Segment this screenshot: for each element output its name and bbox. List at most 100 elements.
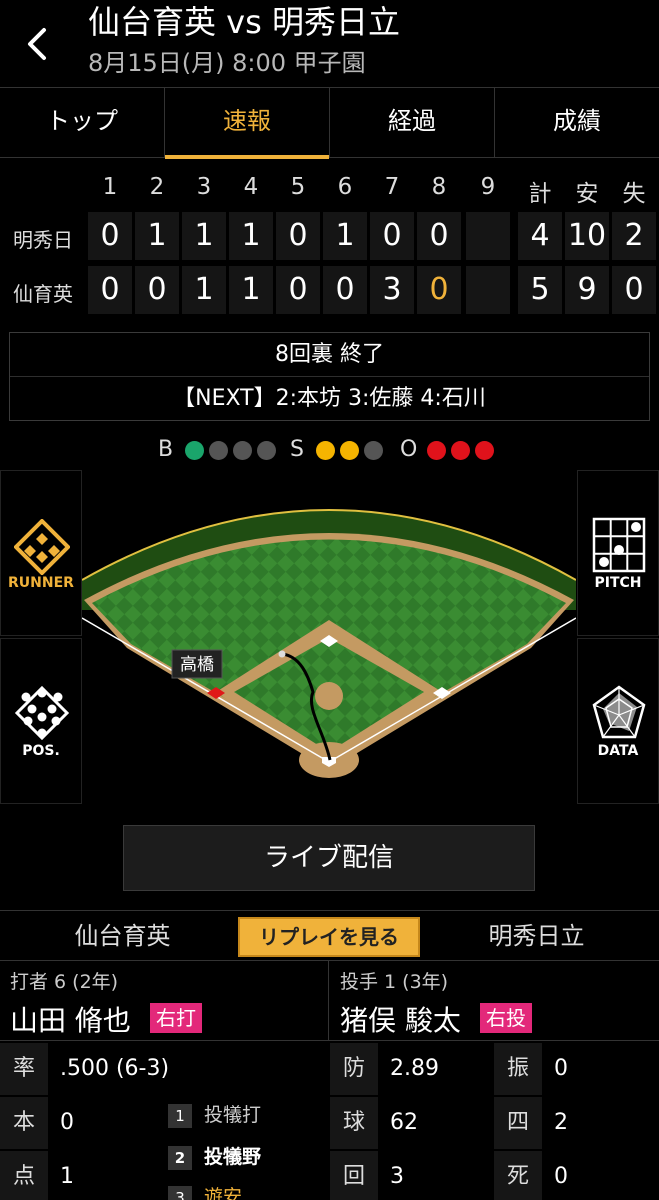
inning-header: 3 bbox=[196, 174, 212, 200]
inning-score: 0 bbox=[417, 266, 461, 314]
strikes-label: S bbox=[290, 437, 304, 462]
team-total: 9 bbox=[565, 266, 609, 314]
fielder-label: 高橋 bbox=[180, 655, 214, 675]
data-button[interactable]: DATA bbox=[577, 638, 659, 804]
pitcher-stat-value: 2.89 bbox=[390, 1056, 439, 1081]
inning-header: 2 bbox=[149, 174, 165, 200]
baseball-field: 高橋 bbox=[82, 509, 576, 778]
pitcher-stat-label: 四 bbox=[494, 1097, 542, 1149]
pitcher-hand-badge: 右投 bbox=[480, 1003, 532, 1033]
tab-stats[interactable]: 成績 bbox=[495, 88, 659, 157]
pitcher-stat-label: 死 bbox=[494, 1151, 542, 1200]
out-dot bbox=[475, 441, 494, 460]
live-stream-button[interactable]: ライブ配信 bbox=[123, 825, 535, 891]
batter-panel[interactable]: 打者 6 (2年) 山田 脩也 右打 bbox=[0, 961, 329, 1041]
totals-header: 失 bbox=[622, 181, 646, 207]
inning-score: 0 bbox=[276, 212, 320, 260]
at-bat-number: 1 bbox=[168, 1103, 192, 1128]
inning-header: 7 bbox=[384, 174, 400, 200]
tab-progress[interactable]: 経過 bbox=[330, 88, 495, 157]
at-bat-result-text: 遊安 bbox=[204, 1186, 243, 1200]
batter-role: 打者 6 (2年) bbox=[10, 971, 119, 993]
team-total: 2 bbox=[612, 212, 656, 260]
current-players: 打者 6 (2年) 山田 脩也 右打 投手 1 (3年) 猪俣 駿太 右投 bbox=[0, 960, 659, 1041]
header: 仙台育英 vs 明秀日立 8月15日(月) 8:00 甲子園 bbox=[0, 0, 659, 88]
scoreboard-team-name: 仙育英 bbox=[13, 282, 73, 306]
at-bat-result-text: 投犠野 bbox=[204, 1146, 262, 1168]
ball-dot bbox=[233, 441, 252, 460]
strike-dot bbox=[340, 441, 359, 460]
team-total: 0 bbox=[612, 266, 656, 314]
positions-icon bbox=[14, 685, 70, 741]
inning-score: 0 bbox=[88, 266, 132, 314]
at-bat-result-text: 投犠打 bbox=[204, 1104, 262, 1126]
inning-header: 5 bbox=[290, 174, 306, 200]
out-dot bbox=[451, 441, 470, 460]
player-stats: 率 .500 (6-3) 本 0 点 1 1 投犠打 2 投犠野 3 遊安 防 2.8… bbox=[0, 1040, 659, 1200]
scoreboard: 1 2 3 4 5 6 7 8 9 計安失明秀日 0 1 1 1 0 1 0 0 4 10 2 仙育英 0 0 1 1 0 0 3 0 5 9… bbox=[0, 160, 659, 325]
inning-score: 0 bbox=[88, 212, 132, 260]
tab-live-update[interactable]: 速報 bbox=[165, 88, 330, 159]
at-bat-result: 1 投犠打 bbox=[168, 1095, 261, 1135]
inning-score: 1 bbox=[229, 266, 273, 314]
replay-button[interactable]: リプレイを見る bbox=[238, 917, 420, 957]
pitcher-panel[interactable]: 投手 1 (3年) 猪俣 駿太 右投 bbox=[330, 961, 659, 1041]
at-bat-result: 3 遊安 bbox=[168, 1177, 242, 1200]
field-area: RUNNER POS. PITCH DATA 高橋 bbox=[0, 470, 659, 806]
runner-diamond-icon bbox=[14, 519, 70, 575]
inning-score: 0 bbox=[276, 266, 320, 314]
team-right[interactable]: 明秀日立 bbox=[414, 911, 659, 961]
pitch-grid-icon bbox=[592, 517, 646, 573]
teams-row: 仙台育英 リプレイを見る 明秀日立 bbox=[0, 910, 659, 960]
runner-button[interactable]: RUNNER bbox=[0, 470, 82, 636]
game-datetime: 8月15日(月) 8:00 甲子園 bbox=[88, 49, 366, 77]
pitch-label: PITCH bbox=[594, 575, 642, 591]
batter-stat-value: 1 bbox=[60, 1164, 74, 1189]
inning-status-box: 8回裏 終了 【NEXT】2:本坊 3:佐藤 4:石川 bbox=[9, 332, 650, 421]
bso-count: B S O bbox=[0, 432, 659, 466]
inning-status: 8回裏 終了 bbox=[10, 333, 649, 377]
strike-dot bbox=[364, 441, 383, 460]
ball-dot bbox=[185, 441, 204, 460]
batter-stat-label: 率 bbox=[0, 1043, 48, 1095]
inning-score: 0 bbox=[370, 212, 414, 260]
outs-label: O bbox=[400, 437, 418, 462]
runner-label: RUNNER bbox=[8, 575, 74, 591]
tab-bar: トップ 速報 経過 成績 bbox=[0, 88, 659, 159]
team-total: 10 bbox=[565, 212, 609, 260]
inning-score: 1 bbox=[135, 212, 179, 260]
inning-score: 3 bbox=[370, 266, 414, 314]
inning-score: 1 bbox=[323, 212, 367, 260]
ball-dot bbox=[257, 441, 276, 460]
inning-score: 0 bbox=[417, 212, 461, 260]
positions-label: POS. bbox=[22, 743, 60, 759]
ball-dot bbox=[209, 441, 228, 460]
totals-header: 計 bbox=[528, 181, 552, 207]
batter-stat-label: 点 bbox=[0, 1151, 48, 1200]
batter-hand-badge: 右打 bbox=[150, 1003, 202, 1033]
out-dot bbox=[427, 441, 446, 460]
inning-score bbox=[466, 266, 510, 314]
totals-header: 安 bbox=[575, 181, 599, 207]
at-bat-result: 2 投犠野 bbox=[168, 1137, 261, 1177]
team-left[interactable]: 仙台育英 bbox=[0, 911, 245, 961]
inning-score: 1 bbox=[229, 212, 273, 260]
radar-chart-icon bbox=[592, 685, 646, 739]
inning-score: 0 bbox=[135, 266, 179, 314]
at-bat-number: 2 bbox=[168, 1145, 192, 1170]
batter-stat-value: .500 (6-3) bbox=[60, 1056, 170, 1081]
pitcher-stat-value: 0 bbox=[554, 1056, 568, 1081]
page-title: 仙台育英 vs 明秀日立 bbox=[88, 3, 400, 41]
inning-header: 4 bbox=[243, 174, 259, 200]
pitch-button[interactable]: PITCH bbox=[577, 470, 659, 636]
back-button[interactable] bbox=[18, 22, 58, 66]
pitcher-stat-value: 2 bbox=[554, 1110, 568, 1135]
inning-score: 1 bbox=[182, 212, 226, 260]
pitcher-role: 投手 1 (3年) bbox=[340, 971, 449, 993]
inning-header: 1 bbox=[102, 174, 118, 200]
pitcher-stat-label: 球 bbox=[330, 1097, 378, 1149]
batter-stat-value: 0 bbox=[60, 1110, 74, 1135]
positions-button[interactable]: POS. bbox=[0, 638, 82, 804]
tab-top[interactable]: トップ bbox=[0, 88, 165, 157]
chevron-left-icon bbox=[28, 28, 46, 60]
